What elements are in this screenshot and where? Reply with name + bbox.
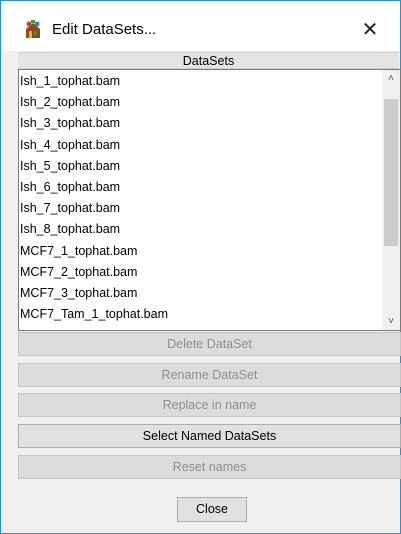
list-item[interactable]: Ish_3_tophat.bam [19,113,381,134]
window-title: Edit DataSets... [52,21,157,38]
data-app-icon [23,20,43,40]
close-window-icon[interactable]: ✕ [357,17,383,43]
list-item[interactable]: Ish_4_tophat.bam [19,135,381,156]
vertical-scrollbar[interactable]: ˄ ˅ [382,70,400,330]
scroll-thumb[interactable] [384,99,398,246]
list-item[interactable]: MCF7_Tam_1_tophat.bam [19,304,381,325]
list-item[interactable]: Ish_7_tophat.bam [19,198,381,219]
list-item[interactable]: MCF7_2_tophat.bam [19,262,381,283]
list-item[interactable]: Ish_2_tophat.bam [19,92,381,113]
replace-in-name-button[interactable]: Replace in name [18,393,401,417]
list-item[interactable]: Ish_5_tophat.bam [19,156,381,177]
select-named-datasets-button[interactable]: Select Named DataSets [18,424,401,448]
close-button[interactable]: Close [177,497,247,522]
datasets-list[interactable]: Ish_1_tophat.bam Ish_2_tophat.bam Ish_3_… [18,69,401,331]
rename-dataset-button[interactable]: Rename DataSet [18,363,401,387]
scroll-up-icon[interactable]: ˄ [382,70,400,87]
datasets-header: DataSets [18,52,399,69]
scroll-down-icon[interactable]: ˅ [382,313,400,330]
list-item[interactable]: MCF7_3_tophat.bam [19,283,381,304]
reset-names-button[interactable]: Reset names [18,455,401,479]
delete-dataset-button[interactable]: Delete DataSet [18,332,401,356]
title-bar: Edit DataSets... ✕ [1,1,400,51]
datasets-list-items: Ish_1_tophat.bam Ish_2_tophat.bam Ish_3_… [19,71,381,325]
edit-datasets-dialog: Edit DataSets... ✕ DataSets Ish_1_tophat… [0,0,401,534]
list-item[interactable]: Ish_1_tophat.bam [19,71,381,92]
list-item[interactable]: MCF7_1_tophat.bam [19,241,381,262]
list-item[interactable]: Ish_8_tophat.bam [19,219,381,240]
list-item[interactable]: Ish_6_tophat.bam [19,177,381,198]
